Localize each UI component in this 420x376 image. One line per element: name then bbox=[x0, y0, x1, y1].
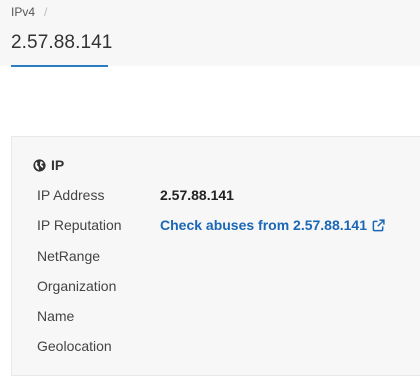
breadcrumb-item-ipv4[interactable]: IPv4 bbox=[11, 5, 35, 19]
page-title: 2.57.88.141 bbox=[11, 32, 113, 53]
check-abuses-link[interactable]: Check abuses from 2.57.88.141 bbox=[160, 217, 385, 233]
check-abuses-link-text: Check abuses from 2.57.88.141 bbox=[160, 217, 368, 233]
row-ip-reputation: IP Reputation Check abuses from 2.57.88.… bbox=[37, 215, 385, 235]
row-ip-address: IP Address 2.57.88.141 bbox=[37, 185, 234, 205]
section-title: IP bbox=[51, 157, 65, 173]
name-label: Name bbox=[37, 308, 75, 324]
netrange-label: NetRange bbox=[37, 248, 101, 264]
external-link-icon bbox=[372, 218, 385, 232]
page-header: IPv4 / 2.57.88.141 bbox=[0, 0, 420, 67]
row-netrange: NetRange bbox=[37, 246, 160, 266]
row-geolocation: Geolocation bbox=[37, 336, 160, 356]
ip-reputation-label: IP Reputation bbox=[37, 217, 122, 233]
ip-address-label: IP Address bbox=[37, 187, 105, 203]
globe-icon bbox=[33, 158, 46, 172]
geolocation-label: Geolocation bbox=[37, 338, 112, 354]
ip-address-value: 2.57.88.141 bbox=[160, 187, 234, 203]
row-name: Name bbox=[37, 306, 160, 326]
row-organization: Organization bbox=[37, 276, 160, 296]
section-heading: IP bbox=[33, 157, 64, 173]
ip-info-card: IP IP Address 2.57.88.141 IP Reputation … bbox=[11, 136, 420, 376]
breadcrumb: IPv4 / bbox=[11, 5, 47, 19]
title-underline bbox=[11, 65, 108, 67]
organization-label: Organization bbox=[37, 278, 117, 294]
breadcrumb-separator: / bbox=[44, 5, 48, 19]
